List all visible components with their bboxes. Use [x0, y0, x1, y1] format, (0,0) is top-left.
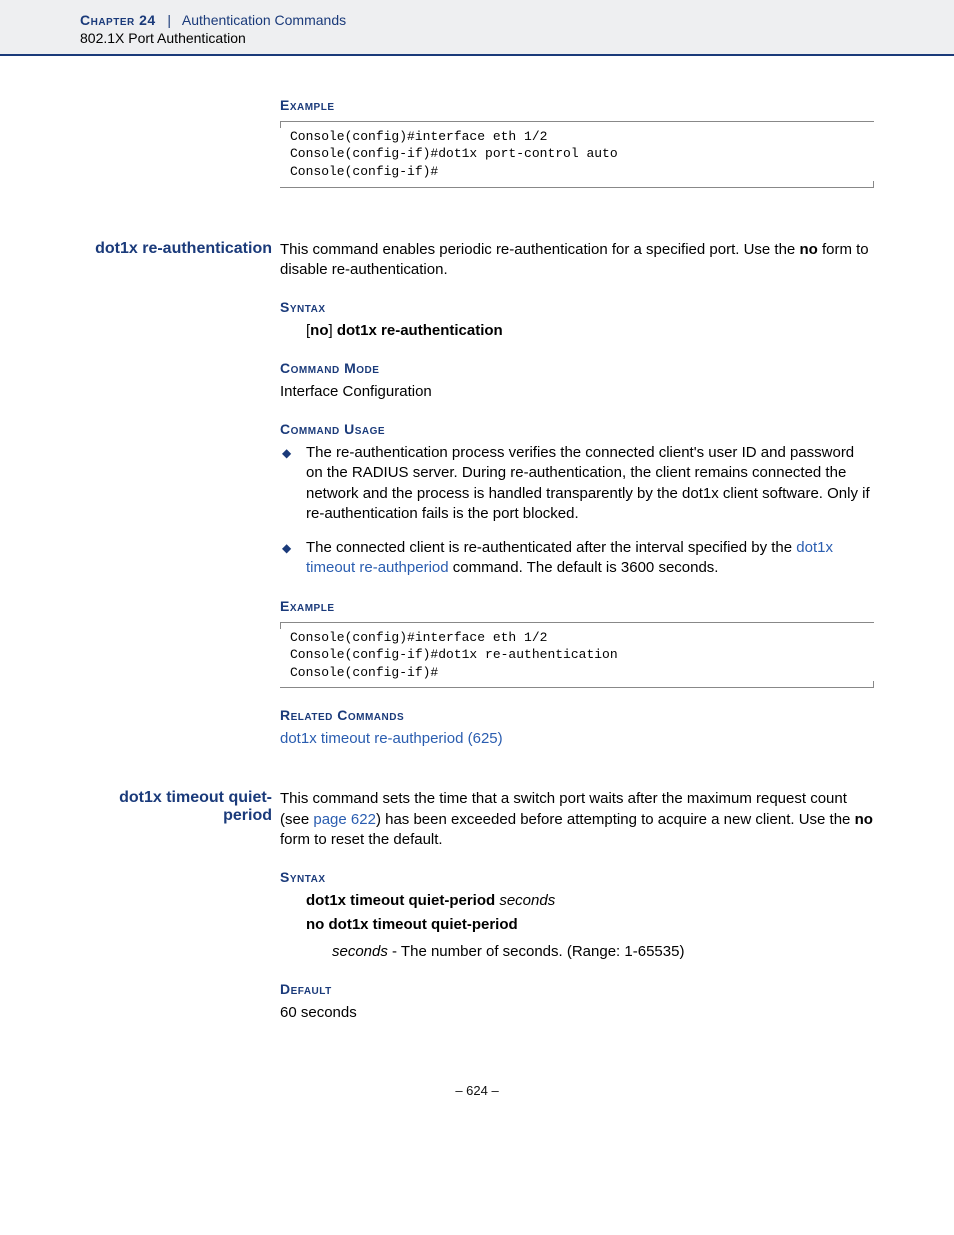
default-value: 60 seconds: [280, 1003, 874, 1023]
command-name-quiet-period: dot1x timeout quiet-period: [119, 789, 272, 824]
header-section: Authentication Commands: [182, 12, 346, 28]
command-mode-value: Interface Configuration: [280, 382, 874, 402]
label-syntax: Syntax: [280, 868, 874, 887]
header-subsection: 802.1X Port Authentication: [80, 30, 954, 46]
usage-list: The re-authentication process verifies t…: [280, 443, 874, 579]
label-related-commands: Related Commands: [280, 706, 874, 725]
page-header: Chapter 24 | Authentication Commands 802…: [0, 0, 954, 56]
section-example-prior: Example Console(config)#interface eth 1/…: [80, 96, 874, 200]
usage-item: The connected client is re-authenticated…: [280, 538, 874, 579]
syntax-line: no dot1x timeout quiet-period: [306, 915, 874, 935]
intro-text: This command enables periodic re-authent…: [280, 240, 874, 281]
usage-item: The re-authentication process verifies t…: [280, 443, 874, 524]
code-block: Console(config)#interface eth 1/2 Consol…: [280, 622, 874, 689]
syntax-line: dot1x timeout quiet-period seconds: [306, 891, 874, 911]
syntax-line: [no] dot1x re-authentication: [306, 321, 874, 341]
section-quiet-period: dot1x timeout quiet-period This command …: [80, 789, 874, 1023]
label-command-mode: Command Mode: [280, 359, 874, 378]
label-syntax: Syntax: [280, 298, 874, 317]
label-example: Example: [280, 597, 874, 616]
page-body: Example Console(config)#interface eth 1/…: [0, 56, 954, 1138]
parameter-line: seconds - The number of seconds. (Range:…: [332, 942, 874, 962]
intro-text: This command sets the time that a switch…: [280, 789, 874, 850]
section-reauth: dot1x re-authentication This command ena…: [80, 240, 874, 750]
header-separator: |: [160, 12, 179, 28]
header-chapter: Chapter 24: [80, 12, 156, 28]
page-number: – 624 –: [80, 1083, 874, 1098]
label-default: Default: [280, 980, 874, 999]
link-related-command[interactable]: dot1x timeout re-authperiod (625): [280, 730, 503, 747]
link-page-622[interactable]: page 622: [313, 811, 376, 828]
label-example: Example: [280, 96, 874, 115]
command-name-reauth: dot1x re-authentication: [95, 240, 272, 257]
label-command-usage: Command Usage: [280, 420, 874, 439]
code-block: Console(config)#interface eth 1/2 Consol…: [280, 121, 874, 188]
